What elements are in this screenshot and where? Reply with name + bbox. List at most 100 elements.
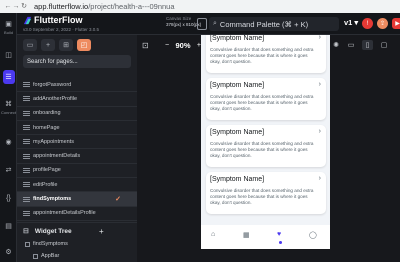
symptom-card[interactable]: [Symptom Name] › Convulsive disorder tha… <box>206 125 326 167</box>
url-host: app.flutterflow.io <box>34 2 89 11</box>
profile-icon[interactable]: ◯ <box>309 231 317 239</box>
pages-icon: ☰ <box>2 70 15 84</box>
page-name: myAppointments <box>33 138 74 145</box>
page-item-selected[interactable]: findSymptoms ✓ <box>17 192 137 207</box>
symptom-card[interactable]: [Symptom Name] › Convulsive disorder tha… <box>206 78 326 120</box>
chevron-right-icon: › <box>318 175 321 182</box>
flutterflow-logo-icon <box>23 16 32 24</box>
page-icon <box>23 139 30 145</box>
command-palette-label: Command Palette (⌘ + K) <box>219 19 309 29</box>
canvas-size-value: 378(px) x 810(px) <box>166 22 202 27</box>
page-icon <box>23 196 30 202</box>
gear-icon: ⚙ <box>5 249 12 256</box>
tablet-icon[interactable]: ▢ <box>380 40 388 50</box>
command-palette[interactable]: ⌕ Command Palette (⌘ + K) <box>209 17 339 31</box>
page-item[interactable]: onboarding <box>17 107 137 121</box>
page-icon <box>23 96 30 102</box>
canvas-size[interactable]: Canvas Size 378(px) x 810(px) <box>166 16 201 28</box>
rail-item-layers[interactable]: ◫ <box>0 50 17 60</box>
rail-item-connect[interactable]: ⌘ Connect <box>0 99 17 115</box>
connect-icon: ⌘ <box>5 101 12 108</box>
page-item[interactable]: addAnotherProfile <box>17 92 137 107</box>
page-icon <box>23 125 30 131</box>
layers-icon: ◫ <box>5 52 12 59</box>
page-search-input[interactable]: Search for pages... <box>23 55 131 68</box>
canvas-right-tools: ✺ ▭ ▯ ▢ <box>332 40 388 50</box>
phone-icon[interactable]: ▯ <box>362 40 373 50</box>
panel-tabs: ▭ + ⊞ ◰ <box>23 39 91 51</box>
page-item[interactable]: homePage <box>17 121 137 136</box>
symptom-card[interactable]: [Symptom Name] › Convulsive disorder tha… <box>206 172 326 214</box>
page-icon <box>23 210 30 216</box>
left-rail: ▣ Build ◫ ☰ ⌘ Connect ◉ ⇄ {} ▤ ⚙ <box>0 13 17 262</box>
url-field[interactable]: app.flutterflow.io/project/health-a---09… <box>34 2 175 11</box>
page-name: editProfile <box>33 181 58 188</box>
reload-icon[interactable]: ↻ <box>20 2 28 11</box>
home-icon[interactable]: ⌂ <box>211 231 215 238</box>
symptom-description: Convulsive disorder that does something … <box>210 141 314 158</box>
run-icon[interactable]: ▶ <box>392 18 400 29</box>
symptom-description: Convulsive disorder that does something … <box>210 47 314 64</box>
page-name: profilePage <box>33 167 61 174</box>
chevron-right-icon: › <box>318 128 321 135</box>
page-item[interactable]: appointmentDetailsProfile <box>17 207 137 221</box>
page-name: onboarding <box>33 110 61 117</box>
zoom-level[interactable]: 90% <box>175 41 190 50</box>
component-icon[interactable]: ◰ <box>77 39 91 51</box>
version-select-value: v1 <box>344 18 353 27</box>
chevron-right-icon: › <box>318 81 321 88</box>
share-icon[interactable]: ⇪ <box>377 18 388 29</box>
build-icon: ▣ <box>5 21 12 28</box>
symptom-title: [Symptom Name] <box>210 35 265 42</box>
back-icon[interactable]: ← <box>4 2 12 11</box>
rail-item-settings[interactable]: ⚙ <box>0 247 17 257</box>
tree-row-label: findSymptoms <box>33 241 68 247</box>
page-item[interactable]: appointmentDetails <box>17 149 137 164</box>
media-icon: ▤ <box>5 223 12 230</box>
forward-icon[interactable]: → <box>12 2 20 11</box>
tree-row-label: AppBar <box>41 253 60 259</box>
rail-item-api[interactable]: ⇄ <box>0 165 17 175</box>
search-icon: ⌕ <box>213 20 217 27</box>
rail-label-connect: Connect <box>1 110 16 115</box>
page-icon <box>23 182 30 188</box>
rail-item-data[interactable]: ◉ <box>0 137 17 147</box>
data-icon: ◉ <box>5 139 12 146</box>
widget-tree-header[interactable]: ⊟ Widget Tree <box>23 227 72 236</box>
rail-item-code[interactable]: {} <box>0 193 17 203</box>
rail-item-pages[interactable]: ☰ <box>0 70 17 84</box>
page-search-placeholder: Search for pages... <box>27 58 78 65</box>
alert-icon[interactable]: ! <box>362 18 373 29</box>
calendar-icon[interactable]: ▦ <box>243 231 250 239</box>
bottom-nav-bar: ⌂ ▦ ♥ ◯ <box>201 225 330 249</box>
page-name: forgotPassword <box>33 81 72 88</box>
tree-row[interactable]: findSymptoms <box>25 241 68 247</box>
rail-item-build[interactable]: ▣ Build <box>0 19 17 35</box>
device-preview-icon[interactable] <box>197 18 207 30</box>
version-select[interactable]: v1 ▾ <box>344 18 358 27</box>
zoom-out-button[interactable]: − <box>165 42 169 49</box>
desktop-icon[interactable]: ▭ <box>347 40 355 50</box>
page-icon <box>23 82 30 88</box>
add-page-icon[interactable]: + <box>41 39 55 51</box>
page-item[interactable]: editProfile <box>17 178 137 193</box>
symptom-description: Convulsive disorder that does something … <box>210 188 314 205</box>
tree-row[interactable]: AppBar <box>33 253 59 259</box>
code-icon: {} <box>6 194 11 202</box>
grid-toggle-icon[interactable]: ⊡ <box>142 41 149 50</box>
heart-icon[interactable]: ♥ <box>277 231 281 238</box>
page-item[interactable]: forgotPassword <box>17 78 137 93</box>
api-icon: ⇄ <box>5 167 12 174</box>
rail-item-media[interactable]: ▤ <box>0 221 17 231</box>
add-widget-icon[interactable]: + <box>99 227 104 236</box>
folder-icon[interactable]: ▭ <box>23 39 37 51</box>
page-item[interactable]: profilePage <box>17 164 137 179</box>
symptom-card[interactable]: [Symptom Name] › Convulsive disorder tha… <box>206 35 326 73</box>
page-icon <box>23 153 30 159</box>
page-item[interactable]: myAppointments <box>17 135 137 150</box>
page-name: appointmentDetailsProfile <box>33 210 96 217</box>
page-name: appointmentDetails <box>33 153 81 160</box>
theme-toggle-icon[interactable]: ✺ <box>332 40 340 50</box>
add-folder-icon[interactable]: ⊞ <box>59 39 73 51</box>
widget-tree-icon: ⊟ <box>23 228 29 235</box>
